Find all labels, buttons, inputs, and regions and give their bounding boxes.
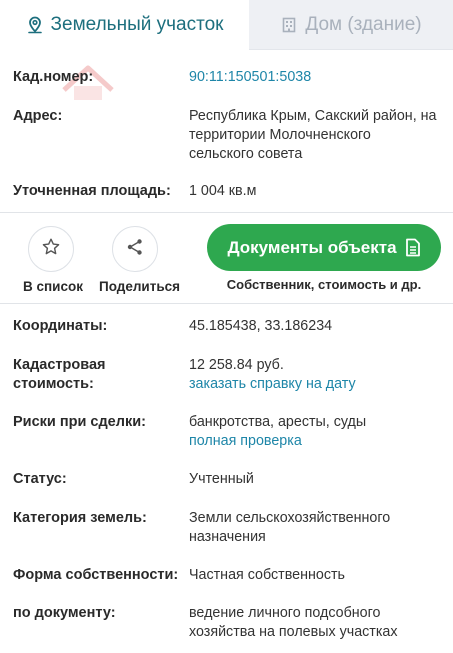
tab-house-label: Дом (здание)	[305, 13, 422, 35]
star-icon	[41, 237, 61, 262]
document-icon	[405, 238, 421, 257]
by-document-value: ведение личного подсобного хозяйства на …	[189, 605, 398, 640]
coordinates-value: 45.185438, 33.186234	[189, 318, 333, 334]
cadastral-cost-label: Кадастровая стоимость:	[13, 357, 106, 392]
building-icon	[280, 16, 298, 34]
field-risks: Риски при сделки: банкротства, аресты, с…	[13, 413, 443, 453]
cadastral-cost-value-block: 12 258.84 руб. заказать справку на дату	[189, 356, 439, 394]
ownership-value: Частная собственность	[189, 567, 345, 583]
risks-label: Риски при сделки:	[13, 414, 146, 430]
land-category-value: Земли сельскохозяйственного назначения	[189, 510, 391, 545]
order-certificate-link[interactable]: заказать справку на дату	[189, 375, 439, 394]
area-label: Уточненная площадь:	[13, 183, 171, 199]
favorite-button[interactable]	[28, 226, 74, 272]
share-icon	[126, 238, 144, 261]
field-by-document: по документу: ведение личного подсобного…	[13, 604, 443, 644]
full-check-link[interactable]: полная проверка	[189, 432, 439, 451]
field-coordinates: Координаты: 45.185438, 33.186234	[13, 317, 443, 337]
field-status: Статус: Учтенный	[13, 470, 443, 490]
tab-land-plot-label: Земельный участок	[50, 14, 224, 35]
field-address: Адрес: Республика Крым, Сакский район, н…	[13, 107, 443, 167]
tab-house[interactable]: Дом (здание)	[249, 0, 453, 50]
field-cadastral-number: Кад.номер: 90:11:150501:5038	[13, 68, 443, 88]
share-label: Поделиться	[99, 279, 181, 294]
field-area: Уточненная площадь: 1 004 кв.м	[13, 182, 443, 202]
field-land-category: Категория земель: Земли сельскохозяйстве…	[13, 509, 443, 549]
risks-value: банкротства, аресты, суды	[189, 414, 367, 430]
status-label: Статус:	[13, 471, 67, 487]
map-pin-icon	[26, 16, 44, 34]
cadastral-cost-value: 12 258.84 руб.	[189, 357, 284, 373]
tab-bar: Земельный участок Дом (здание)	[0, 0, 453, 50]
field-cadastral-cost: Кадастровая стоимость: 12 258.84 руб. за…	[13, 356, 443, 396]
favorite-label: В список	[23, 279, 83, 294]
cadastral-number-label: Кад.номер:	[13, 69, 94, 85]
divider-top	[0, 212, 453, 213]
share-button[interactable]	[112, 226, 158, 272]
documents-button[interactable]: Документы объекта	[207, 224, 441, 271]
by-document-label: по документу:	[13, 605, 116, 621]
status-value: Учтенный	[189, 471, 254, 487]
land-category-label: Категория земель:	[13, 510, 147, 526]
documents-button-label: Документы объекта	[227, 237, 397, 257]
coordinates-label: Координаты:	[13, 318, 108, 334]
field-ownership: Форма собственности: Частная собственнос…	[13, 566, 443, 586]
area-value: 1 004 кв.м	[189, 183, 257, 199]
divider-middle	[0, 303, 453, 304]
address-value: Республика Крым, Сакский район, на терри…	[189, 108, 437, 162]
ownership-label: Форма собственности:	[13, 567, 179, 583]
cadastral-number-link[interactable]: 90:11:150501:5038	[189, 68, 439, 87]
address-label: Адрес:	[13, 108, 63, 124]
tab-land-plot[interactable]: Земельный участок	[0, 0, 249, 50]
risks-value-block: банкротства, аресты, суды полная проверк…	[189, 413, 439, 451]
documents-caption: Собственник, стоимость и др.	[226, 277, 422, 292]
